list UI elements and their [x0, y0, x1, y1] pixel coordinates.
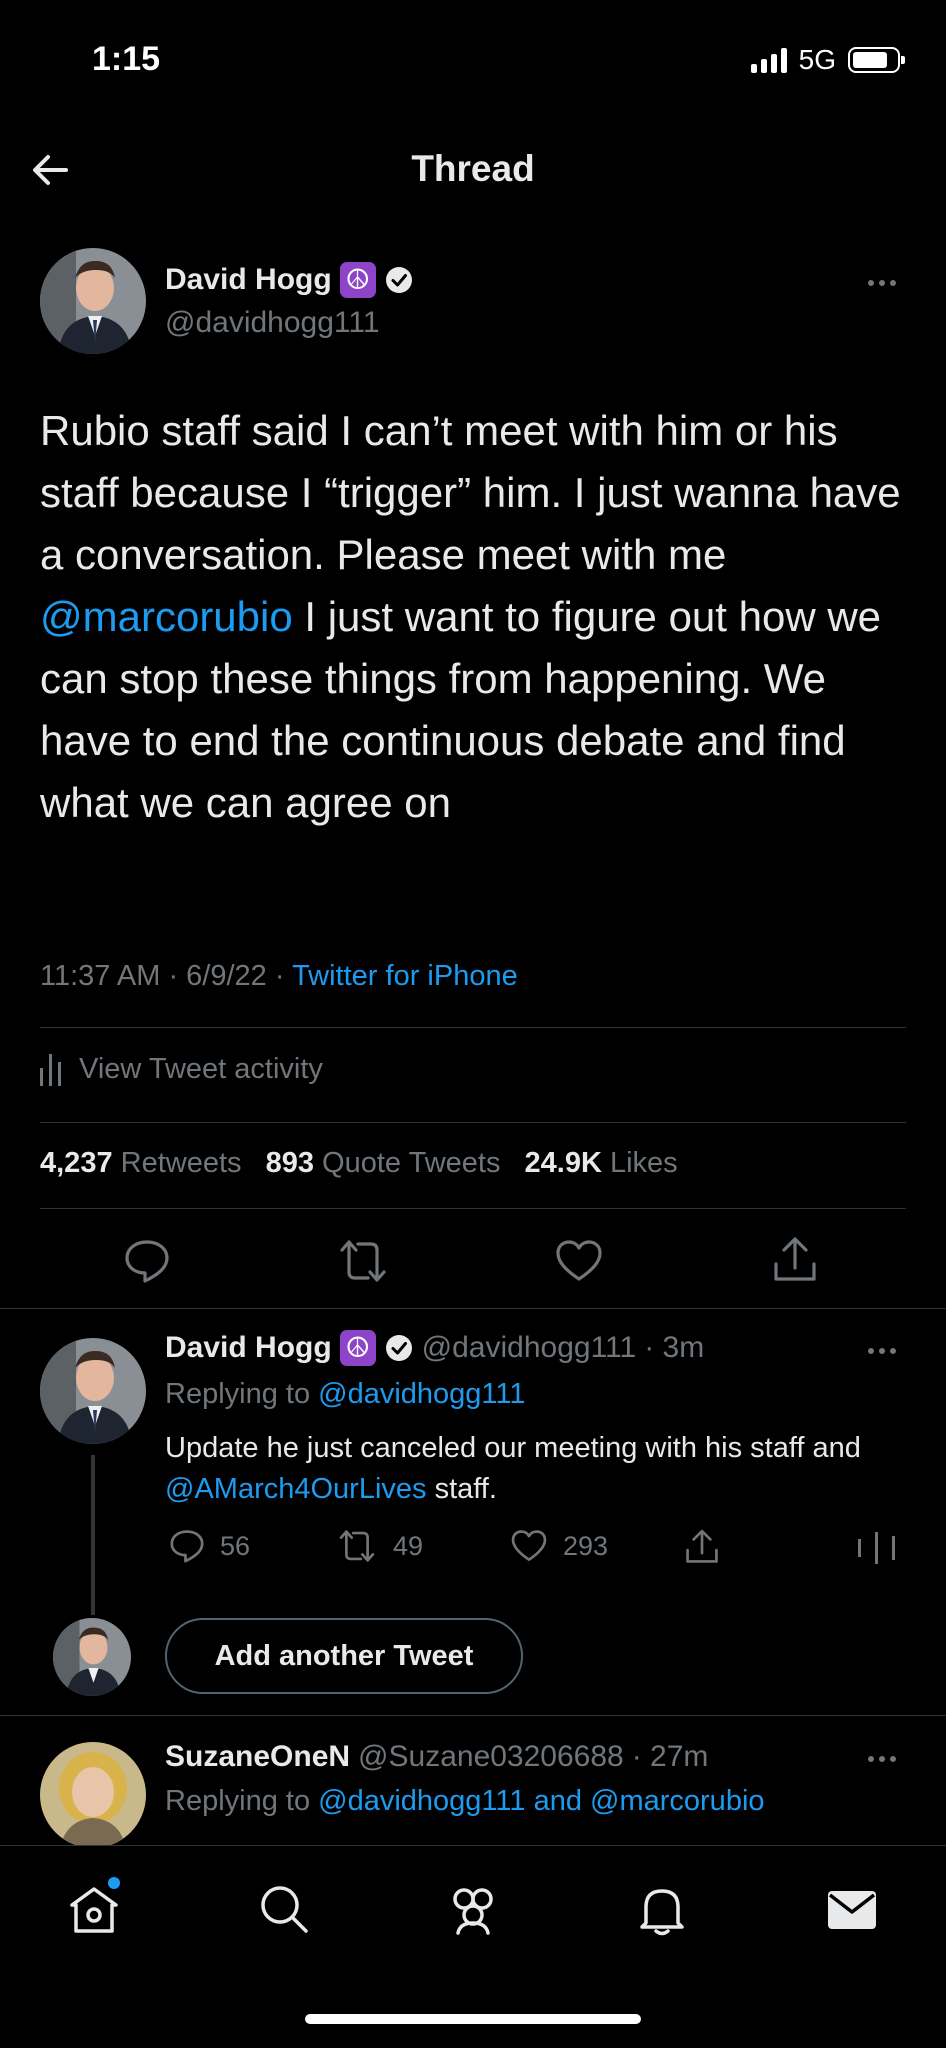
like-icon[interactable]: [554, 1236, 604, 1286]
replying-to: Replying to @davidhogg111 and @marcorubi…: [165, 1785, 765, 1817]
avatar[interactable]: [40, 1742, 146, 1848]
tweet-source[interactable]: Twitter for iPhone: [292, 960, 518, 992]
avatar[interactable]: [40, 1338, 146, 1444]
analytics-icon: [40, 1052, 61, 1086]
author-name[interactable]: David Hogg: [165, 263, 332, 297]
tweet-date: 6/9/22: [186, 960, 267, 992]
add-another-tweet-button[interactable]: Add another Tweet: [165, 1618, 523, 1694]
home-icon[interactable]: [66, 1881, 122, 1937]
tweet-meta: 11:37 AM · 6/9/22 · Twitter for iPhone: [40, 960, 518, 992]
status-time: 1:15: [92, 40, 161, 78]
notifications-icon[interactable]: [634, 1881, 690, 1937]
communities-icon[interactable]: [444, 1881, 502, 1937]
battery-icon: [848, 47, 905, 73]
mention-link[interactable]: @davidhogg111 and @marcorubio: [318, 1785, 764, 1817]
status-indicators: 5G: [750, 44, 905, 76]
retweet-icon: [339, 1530, 375, 1562]
tweet-actions: [0, 1232, 946, 1292]
divider: [40, 1208, 906, 1209]
author-name[interactable]: David Hogg: [165, 1331, 332, 1365]
divider: [0, 1308, 946, 1309]
like-action[interactable]: 293: [509, 1527, 608, 1565]
tweet-text: Update he just canceled our meeting with…: [165, 1432, 861, 1505]
peace-icon: ☮: [339, 1330, 376, 1366]
replying-to: Replying to @davidhogg111: [165, 1378, 526, 1410]
network-label: 5G: [798, 44, 836, 75]
signal-icon: [750, 47, 787, 73]
divider: [40, 1122, 906, 1123]
retweets-stat[interactable]: 4,237 Retweets: [40, 1147, 242, 1179]
retweet-icon[interactable]: [334, 1236, 392, 1286]
home-indicator[interactable]: [305, 2014, 641, 2024]
author-handle[interactable]: @davidhogg111: [422, 1331, 637, 1365]
reply-count: 56: [220, 1530, 251, 1561]
reply-icon[interactable]: [122, 1236, 172, 1286]
verified-icon: [385, 267, 412, 293]
notification-dot: [108, 1877, 120, 1889]
quotes-stat[interactable]: 893 Quote Tweets: [266, 1147, 501, 1179]
reply-actions: 56 49 293: [165, 1527, 905, 1571]
tweet-age: · 27m: [631, 1740, 709, 1773]
third-tweet-author: SuzaneOneN @Suzane03206688 · 27m: [165, 1740, 708, 1774]
analytics-icon[interactable]: [858, 1531, 895, 1565]
retweet-action[interactable]: 49: [335, 1527, 423, 1565]
avatar: [53, 1618, 131, 1696]
search-icon[interactable]: [256, 1881, 312, 1937]
peace-icon: ☮: [339, 262, 376, 298]
status-bar: 1:15 5G: [0, 0, 946, 120]
divider: [40, 1027, 906, 1028]
more-options-icon[interactable]: [868, 1756, 896, 1762]
activity-label: View Tweet activity: [79, 1052, 323, 1085]
author-handle[interactable]: @Suzane03206688: [358, 1740, 624, 1774]
author-handle[interactable]: @davidhogg111: [165, 306, 380, 340]
tweet-text: Rubio staff said I can’t meet with him o…: [40, 407, 901, 826]
view-tweet-activity[interactable]: View Tweet activity: [40, 1052, 323, 1086]
reply-author: David Hogg ☮ @davidhogg111 · 3m: [165, 1330, 704, 1366]
mention-link[interactable]: @marcorubio: [40, 593, 293, 640]
divider: [0, 1715, 946, 1716]
likes-stat[interactable]: 24.9K Likes: [525, 1147, 678, 1179]
like-icon: [511, 1530, 547, 1562]
like-count: 293: [563, 1530, 609, 1561]
page-title: Thread: [411, 148, 535, 189]
main-tweet-author: David Hogg ☮: [165, 262, 414, 298]
mention-link[interactable]: @davidhogg111: [318, 1378, 525, 1410]
avatar[interactable]: [40, 248, 146, 354]
more-options-icon[interactable]: [868, 1348, 896, 1354]
author-name[interactable]: SuzaneOneN: [165, 1740, 350, 1774]
verified-icon: [385, 1335, 412, 1361]
messages-icon[interactable]: [824, 1881, 880, 1937]
thread-header: Thread: [0, 130, 946, 210]
retweet-count: 49: [393, 1530, 424, 1561]
mention-link[interactable]: @AMarch4OurLives: [165, 1473, 427, 1505]
tweet-age: · 3m: [644, 1331, 705, 1364]
bottom-nav: [0, 1845, 946, 2048]
share-icon[interactable]: [683, 1527, 721, 1567]
reply-action[interactable]: 56: [168, 1527, 250, 1565]
tweet-time: 11:37 AM: [40, 960, 161, 992]
thread-line: [91, 1455, 95, 1615]
reply-icon: [170, 1530, 204, 1563]
share-icon[interactable]: [770, 1234, 820, 1286]
more-options-icon[interactable]: [868, 280, 896, 286]
tweet-stats: 4,237 Retweets 893 Quote Tweets 24.9K Li…: [40, 1147, 694, 1180]
